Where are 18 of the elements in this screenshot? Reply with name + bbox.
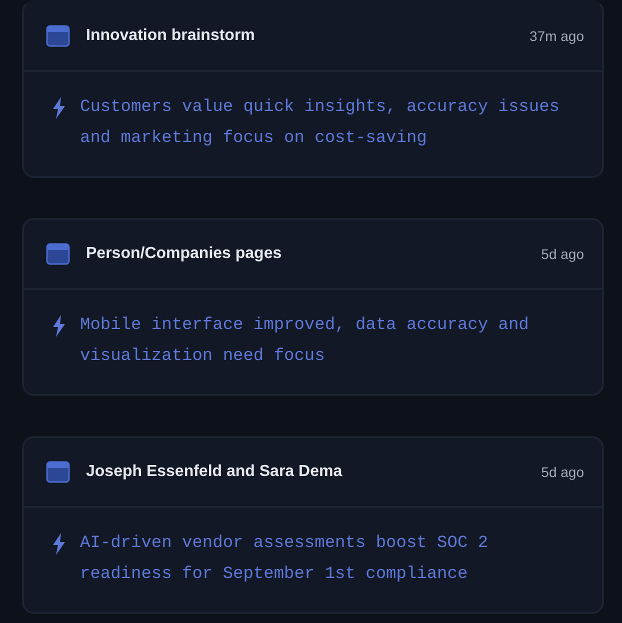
lightning-icon — [52, 97, 66, 119]
meeting-summary: AI-driven vendor assessments boost SOC 2 readiness for September 1st compliance — [80, 533, 490, 586]
calendar-icon — [46, 243, 70, 265]
meeting-title: Innovation brainstorm — [86, 27, 256, 45]
meeting-time: 5d ago — [541, 464, 584, 480]
meeting-summary: Mobile interface improved, data accuracy and visualization need focus — [80, 315, 530, 368]
calendar-icon — [46, 461, 70, 483]
lightning-icon — [52, 315, 66, 337]
meeting-card[interactable]: Innovation brainstorm 37m ago Customers value quick insights, accuracy issues and marketing focus on cost-saving — [22, 0, 604, 178]
lightning-icon — [52, 533, 66, 555]
meeting-time: 5d ago — [541, 246, 584, 262]
calendar-icon — [46, 25, 70, 47]
meeting-time: 37m ago — [530, 28, 584, 44]
meeting-card[interactable]: Person/Companies pages 5d ago Mobile interface improved, data accuracy and visualization need focus — [22, 218, 604, 396]
meeting-title: Person/Companies pages — [86, 245, 283, 263]
meeting-title: Joseph Essenfeld and Sara Dema — [86, 463, 344, 481]
meeting-summary: Customers value quick insights, accuracy issues and marketing focus on cost-saving — [80, 97, 560, 150]
meeting-card[interactable]: Joseph Essenfeld and Sara Dema 5d ago AI-driven vendor assessments boost SOC 2 readiness for September 1st compliance — [22, 436, 604, 614]
